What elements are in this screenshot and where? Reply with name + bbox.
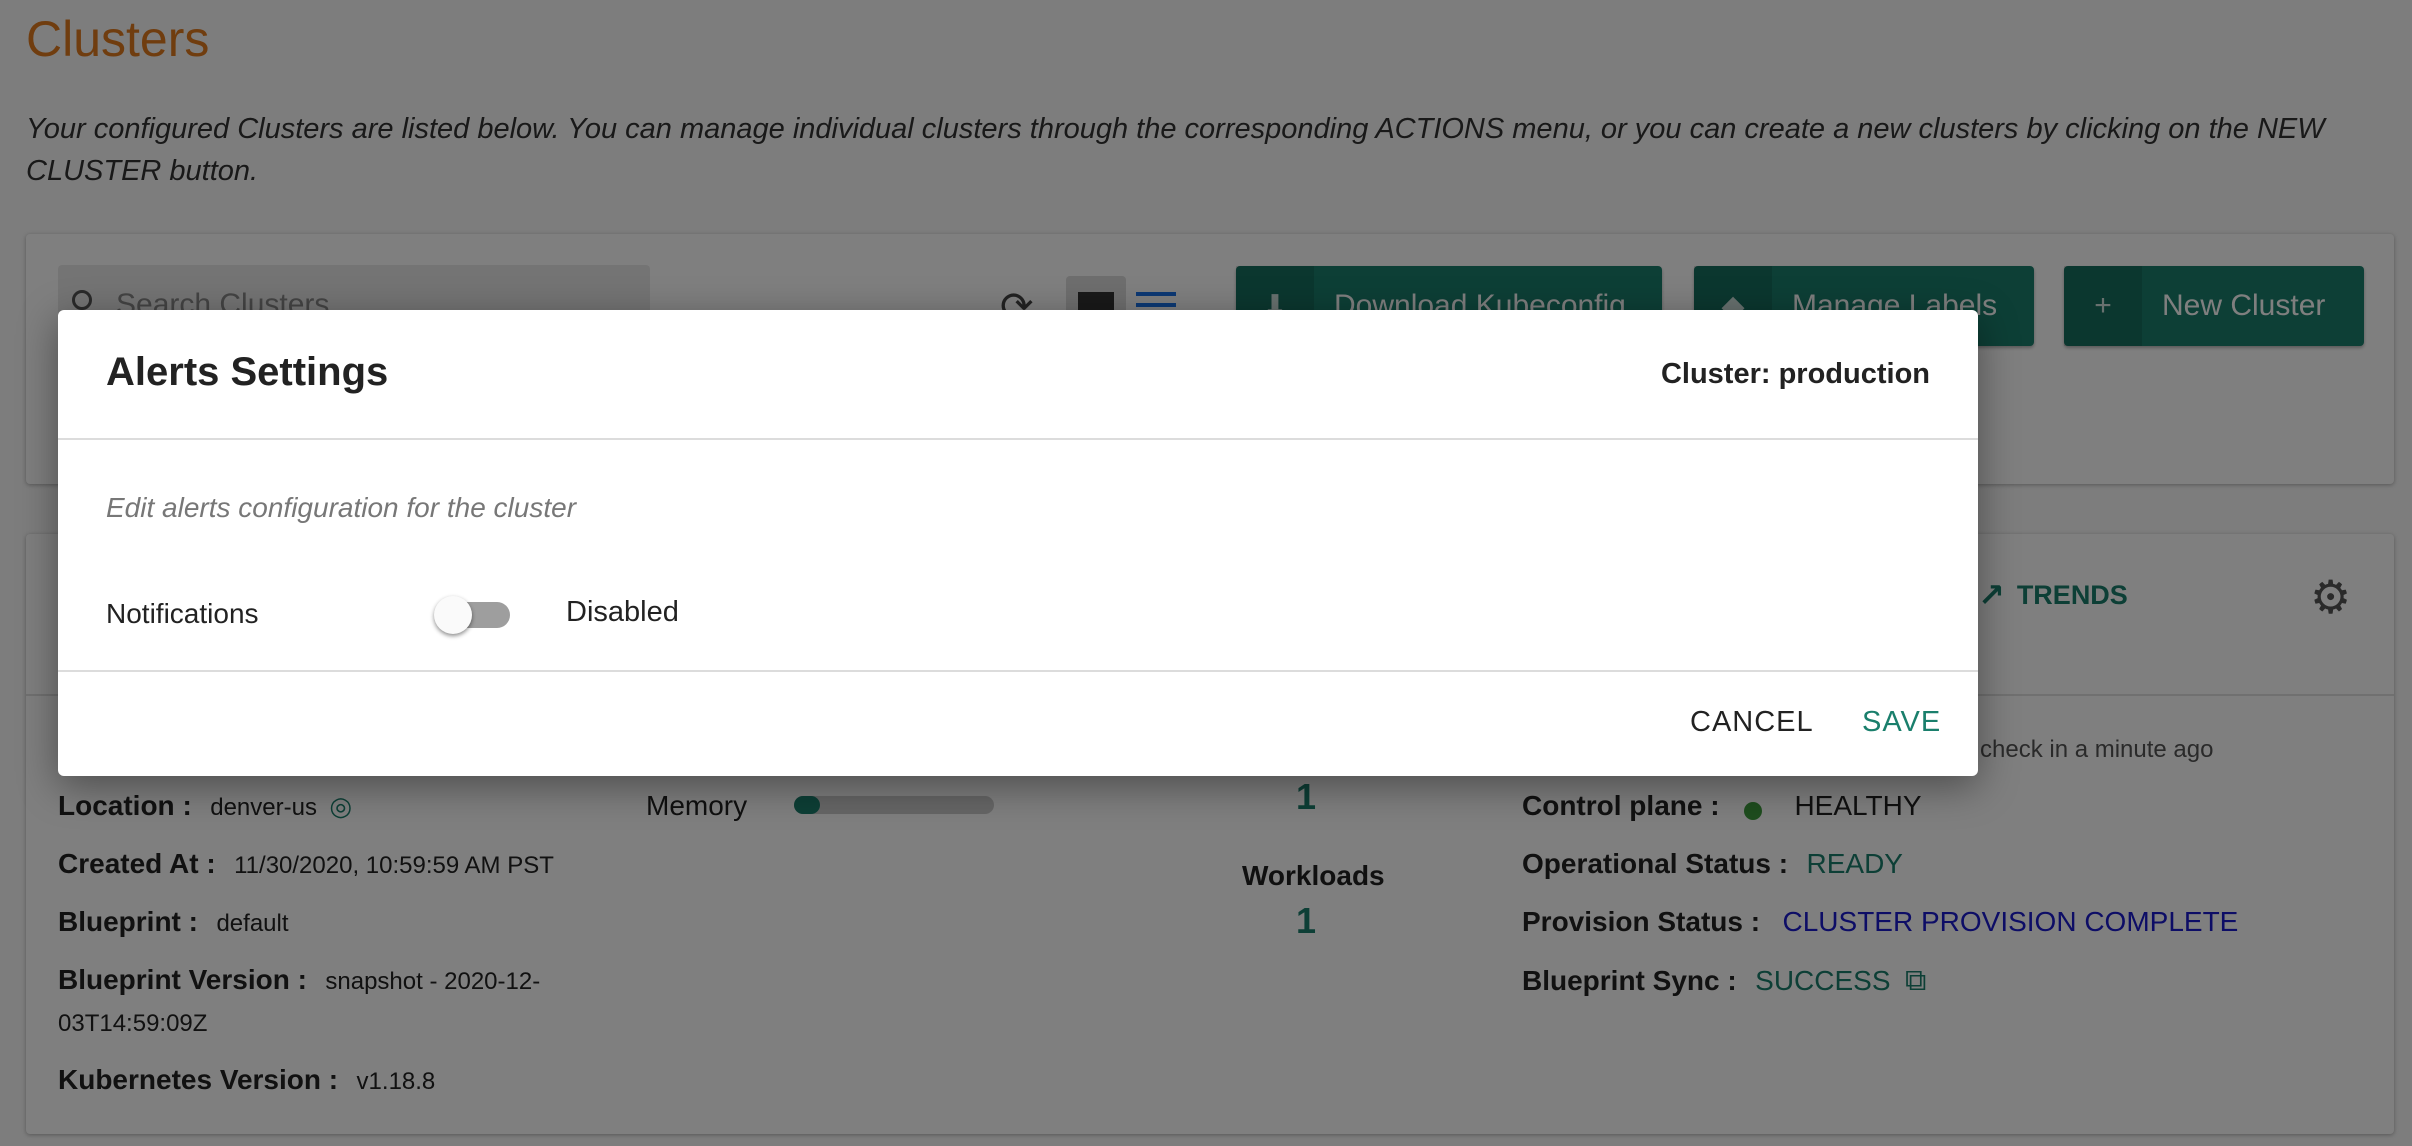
notifications-toggle-thumb[interactable] [434, 596, 472, 634]
save-button[interactable]: SAVE [1862, 706, 1941, 739]
notifications-label: Notifications [106, 598, 259, 629]
notifications-state: Disabled [566, 596, 679, 628]
dialog-footer-divider [58, 670, 1978, 672]
dialog-description: Edit alerts configuration for the cluste… [106, 492, 577, 523]
cancel-button[interactable]: CANCEL [1690, 706, 1814, 739]
dialog-header-divider [58, 438, 1978, 440]
dialog-title: Alerts Settings [106, 350, 389, 394]
dialog-cluster-label: Cluster: production [1660, 358, 1930, 390]
